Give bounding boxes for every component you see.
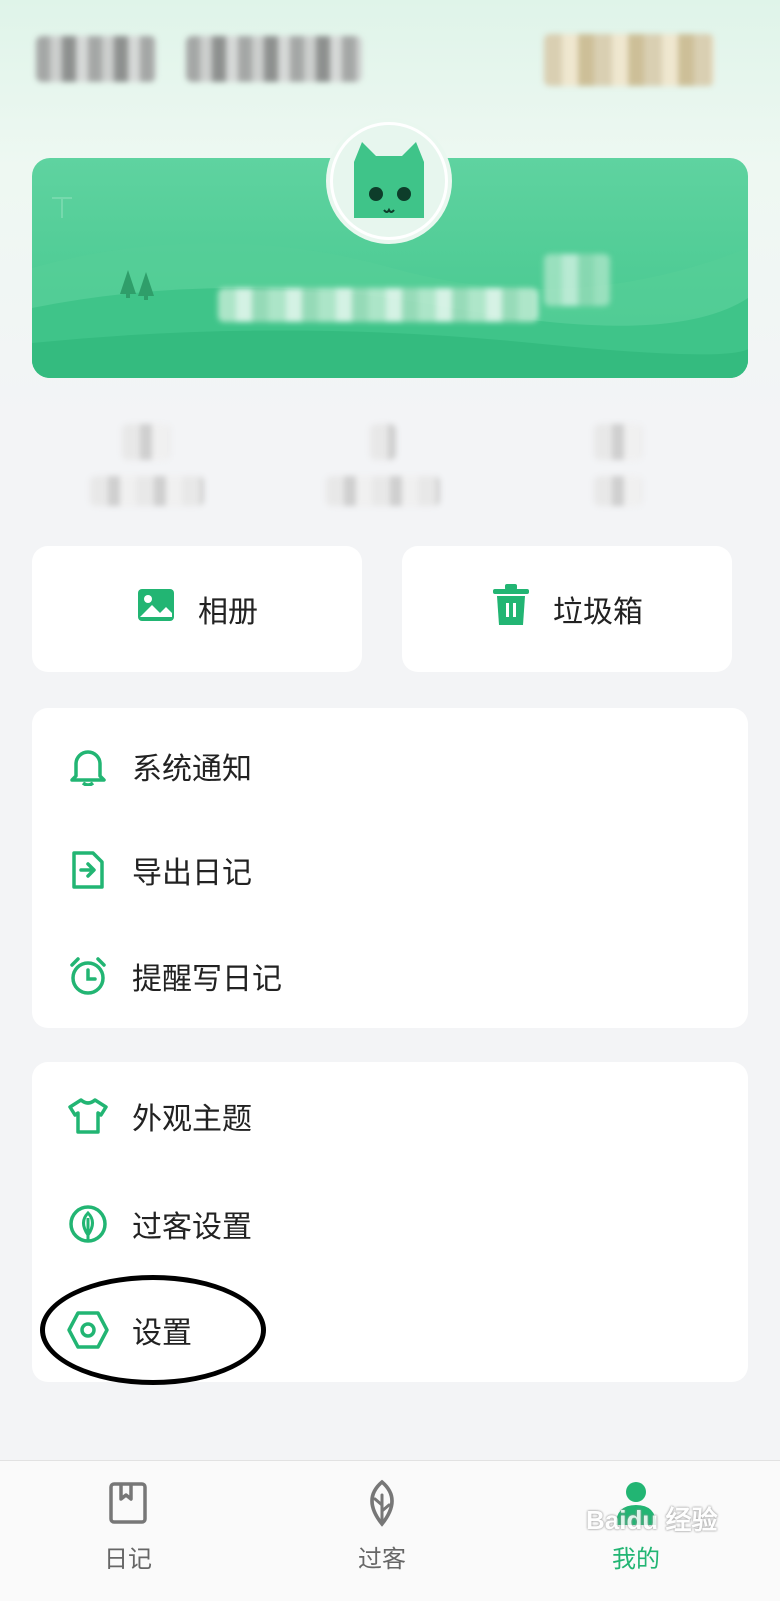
tab-diary[interactable]: 日记 [28,1461,228,1601]
stat-value [122,424,170,460]
menu-item-passerby-settings[interactable]: 过客设置 [32,1174,748,1274]
image-icon [136,585,176,633]
blurred-header-badge [544,34,714,86]
stat-label [90,476,204,506]
alarm-clock-icon [66,954,110,998]
album-button[interactable]: 相册 [32,546,362,672]
tab-passerby[interactable]: 过客 [282,1461,482,1601]
stat-item-3 [586,420,716,520]
tab-label: 日记 [104,1545,152,1573]
stat-label [594,476,642,506]
blurred-banner-mark [544,254,610,306]
stat-value [370,424,396,460]
avatar[interactable] [330,122,448,240]
diary-icon [104,1479,152,1527]
menu-item-system-notification[interactable]: 系统通知 [32,716,748,816]
album-label: 相册 [198,595,258,630]
stat-item-1 [90,420,220,520]
shirt-icon [66,1094,110,1138]
menu-item-appearance-theme[interactable]: 外观主题 [32,1066,748,1166]
tab-label: 过客 [358,1545,406,1573]
menu-item-diary-reminder[interactable]: 提醒写日记 [32,926,748,1026]
menu-item-label: 系统通知 [132,752,252,787]
export-icon [66,848,110,892]
trash-icon [491,583,531,635]
blurred-username [218,288,538,322]
menu-group-1: 系统通知 导出日记 提醒写日记 [32,708,748,1028]
menu-item-label: 过客设置 [132,1210,252,1245]
watermark: Baidu 经验 [586,1505,718,1535]
menu-item-label: 提醒写日记 [132,962,282,997]
stat-label [326,476,440,506]
menu-item-label: 导出日记 [132,856,252,891]
blurred-header-text-1 [36,36,156,82]
leaf-icon [358,1479,406,1527]
stat-value [594,424,642,460]
menu-item-label: 外观主题 [132,1102,252,1137]
menu-item-export-diary[interactable]: 导出日记 [32,820,748,920]
blurred-header-text-2 [186,36,362,82]
cat-avatar-icon [333,125,445,237]
bell-icon [66,744,110,788]
stat-item-2 [326,420,456,520]
leaf-icon [66,1202,110,1246]
highlight-circle-annotation [40,1275,266,1385]
trash-button[interactable]: 垃圾箱 [402,546,732,672]
tab-label: 我的 [612,1545,660,1573]
trash-label: 垃圾箱 [553,595,643,630]
